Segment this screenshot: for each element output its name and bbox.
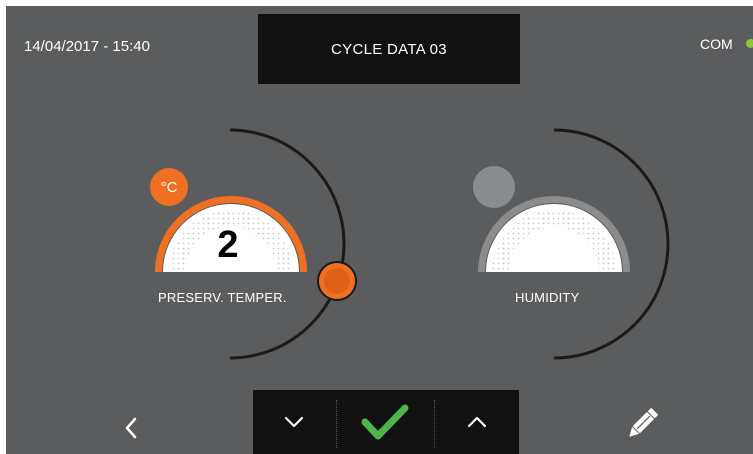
decrease-button[interactable]: [253, 390, 335, 454]
dials-graphic: [155, 128, 670, 360]
adjust-bar: [253, 390, 519, 454]
temperature-unit-badge: °C: [150, 168, 188, 206]
pencil-icon: [629, 408, 658, 437]
chevron-left-icon: [125, 417, 137, 439]
chevron-up-icon: [467, 416, 487, 428]
edit-button[interactable]: [618, 400, 666, 448]
temperature-label: PRESERV. TEMPER.: [158, 290, 287, 305]
confirm-button[interactable]: [337, 390, 433, 454]
humidity-knob: [473, 166, 515, 208]
humidity-dial[interactable]: [473, 128, 670, 360]
humidity-label: HUMIDITY: [515, 290, 580, 305]
increase-button[interactable]: [435, 390, 519, 454]
temperature-value: 2: [217, 224, 239, 266]
chevron-down-icon: [284, 416, 304, 428]
back-button[interactable]: [116, 410, 146, 446]
checkmark-icon: [361, 404, 409, 440]
screen: 14/04/2017 - 15:40 CYCLE DATA 03 COM °C …: [6, 6, 753, 454]
